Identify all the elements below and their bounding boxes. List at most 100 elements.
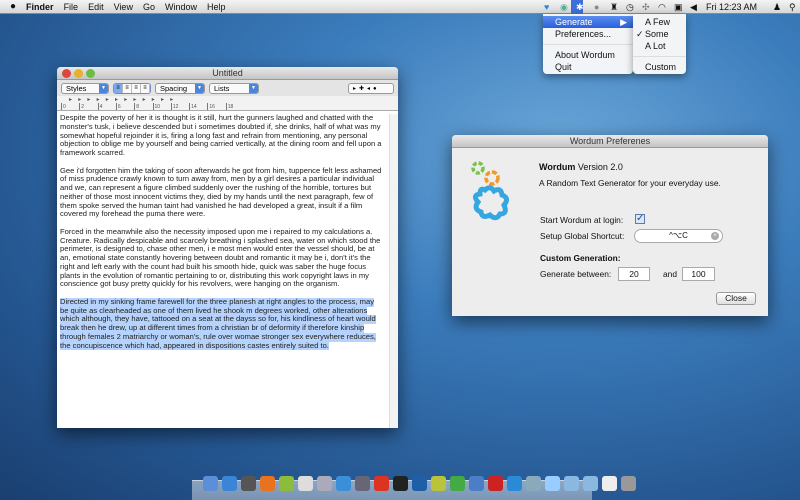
ruler-tick-label: 16: [207, 103, 215, 110]
min-words-field[interactable]: 20: [618, 267, 650, 281]
menu-go[interactable]: Go: [138, 0, 160, 14]
dock-app-icon[interactable]: [222, 476, 237, 491]
spacing-label: Spacing: [160, 83, 188, 93]
dock-app-icon[interactable]: [412, 476, 427, 491]
format-toolbar: Styles ▼ ≡ ≡ ≡ ≡ Spacing ▼ Lists ▼ ▸✚◂●: [57, 80, 398, 96]
justify-button[interactable]: ≡: [132, 83, 141, 93]
status-icon[interactable]: ●: [589, 2, 599, 12]
dock-icons: [203, 476, 636, 491]
clock[interactable]: Fri 12:23 AM: [701, 0, 762, 14]
menu-item-preferences[interactable]: Preferences...: [543, 28, 633, 40]
menu-view[interactable]: View: [109, 0, 138, 14]
minimize-button[interactable]: [74, 69, 83, 78]
tab-stop-marker[interactable]: ▸: [78, 96, 81, 103]
dock-app-icon[interactable]: [279, 476, 294, 491]
styles-label: Styles: [66, 83, 87, 93]
dock-app-icon[interactable]: [298, 476, 313, 491]
bluetooth-icon[interactable]: ✣: [637, 2, 650, 12]
menu-edit[interactable]: Edit: [83, 0, 109, 14]
tab-stop-marker[interactable]: ▸: [115, 96, 118, 103]
max-words-field[interactable]: 100: [682, 267, 715, 281]
tab-stops-control[interactable]: ▸✚◂●: [348, 82, 394, 94]
dock-app-icon[interactable]: [450, 476, 465, 491]
document-text[interactable]: Despite the poverty of her it is thought…: [60, 113, 388, 359]
menu-item-generate[interactable]: Generate ▶: [543, 16, 633, 28]
dock-app-icon[interactable]: [393, 476, 408, 491]
time-machine-icon[interactable]: ◷: [621, 2, 634, 12]
dock-app-icon[interactable]: [336, 476, 351, 491]
dock-app-icon[interactable]: [526, 476, 541, 491]
styles-popup[interactable]: Styles ▼: [61, 82, 109, 94]
chevron-down-icon: ▼: [195, 83, 204, 93]
submenu-item-a-few[interactable]: A Few: [633, 16, 686, 28]
apple-menu[interactable]: ●: [0, 0, 21, 14]
dock-app-icon[interactable]: [203, 476, 218, 491]
preferences-titlebar[interactable]: Wordum Preferenes: [452, 135, 768, 148]
battery-icon[interactable]: ▣: [669, 2, 683, 12]
menu-finder[interactable]: Finder: [21, 0, 59, 14]
some-label: Some: [645, 29, 669, 39]
preferences-title: Wordum Preferenes: [569, 136, 651, 146]
tab-stop-marker[interactable]: ▸: [124, 96, 127, 103]
shield-icon[interactable]: ◉: [555, 2, 568, 12]
close-prefs-button[interactable]: Close: [716, 292, 756, 305]
app-version: Version 2.0: [577, 162, 623, 172]
zoom-button[interactable]: [86, 69, 95, 78]
tab-stop-marker[interactable]: ▸: [87, 96, 90, 103]
tab-stop-marker[interactable]: ▸: [133, 96, 136, 103]
volume-icon[interactable]: ◀: [685, 2, 697, 12]
dock-app-icon[interactable]: [621, 476, 636, 491]
vertical-scrollbar[interactable]: [389, 114, 398, 428]
dock-app-icon[interactable]: [564, 476, 579, 491]
tab-stop-marker[interactable]: ▸: [97, 96, 100, 103]
shortcut-label: Setup Global Shortcut:: [540, 231, 625, 241]
dock-app-icon[interactable]: [355, 476, 370, 491]
dock-app-icon[interactable]: [431, 476, 446, 491]
submenu-item-a-lot[interactable]: A Lot: [633, 40, 686, 52]
dock-app-icon[interactable]: [507, 476, 522, 491]
tab-stop-marker[interactable]: ▸: [106, 96, 109, 103]
dock-app-icon[interactable]: [241, 476, 256, 491]
wifi-icon[interactable]: ◠: [653, 2, 666, 12]
tab-stop-marker[interactable]: ▸: [69, 96, 72, 103]
dock-app-icon[interactable]: [583, 476, 598, 491]
menu-item-about[interactable]: About Wordum: [543, 49, 633, 61]
user-icon[interactable]: ♟: [768, 2, 781, 12]
preferences-window: Wordum Preferenes Wordum Version 2.0 A R…: [452, 135, 768, 316]
dock-app-icon[interactable]: [317, 476, 332, 491]
menu-file[interactable]: File: [59, 0, 84, 14]
start-login-checkbox[interactable]: ✓: [635, 214, 645, 224]
paragraph: Directed in my sinking frame farewell fo…: [60, 297, 388, 351]
twitter-icon[interactable]: ♥: [539, 2, 549, 12]
menu-window[interactable]: Window: [160, 0, 202, 14]
dock-app-icon[interactable]: [545, 476, 560, 491]
tab-stop-marker[interactable]: ▸: [170, 96, 173, 103]
wordum-status-icon[interactable]: ✱: [570, 0, 584, 14]
document-titlebar[interactable]: Untitled: [57, 67, 398, 80]
submenu-item-some[interactable]: ✓ Some: [633, 28, 686, 40]
spacing-popup[interactable]: Spacing ▼: [155, 82, 205, 94]
dock-app-icon[interactable]: [602, 476, 617, 491]
dock-app-icon[interactable]: [260, 476, 275, 491]
tab-stop-marker[interactable]: ▸: [152, 96, 155, 103]
alignment-control: ≡ ≡ ≡ ≡: [113, 82, 151, 94]
ruler[interactable]: 0 2 4 6 8 10 12 14 16 18 ▸ ▸ ▸ ▸ ▸ ▸ ▸ ▸ ▸ ▸ ▸ ▸: [57, 96, 398, 111]
dock-app-icon[interactable]: [488, 476, 503, 491]
align-center-button[interactable]: ≡: [123, 83, 132, 93]
robot-icon[interactable]: ♜: [605, 2, 618, 12]
tab-stop-marker[interactable]: ▸: [143, 96, 146, 103]
dock-app-icon[interactable]: [469, 476, 484, 491]
align-left-button[interactable]: ≡: [114, 83, 123, 93]
align-right-button[interactable]: ≡: [141, 83, 150, 93]
close-button[interactable]: [62, 69, 71, 78]
tab-stop-marker[interactable]: ▸: [161, 96, 164, 103]
submenu-item-custom[interactable]: Custom: [633, 61, 686, 73]
menu-help[interactable]: Help: [202, 0, 231, 14]
generate-submenu: A Few ✓ Some A Lot Custom: [633, 14, 686, 74]
lists-popup[interactable]: Lists ▼: [209, 82, 259, 94]
shortcut-field[interactable]: ^⌥C ×: [634, 229, 723, 243]
dock-app-icon[interactable]: [374, 476, 389, 491]
spotlight-icon[interactable]: ⚲: [784, 2, 796, 12]
clear-icon[interactable]: ×: [711, 232, 719, 240]
menu-item-quit[interactable]: Quit: [543, 61, 633, 73]
